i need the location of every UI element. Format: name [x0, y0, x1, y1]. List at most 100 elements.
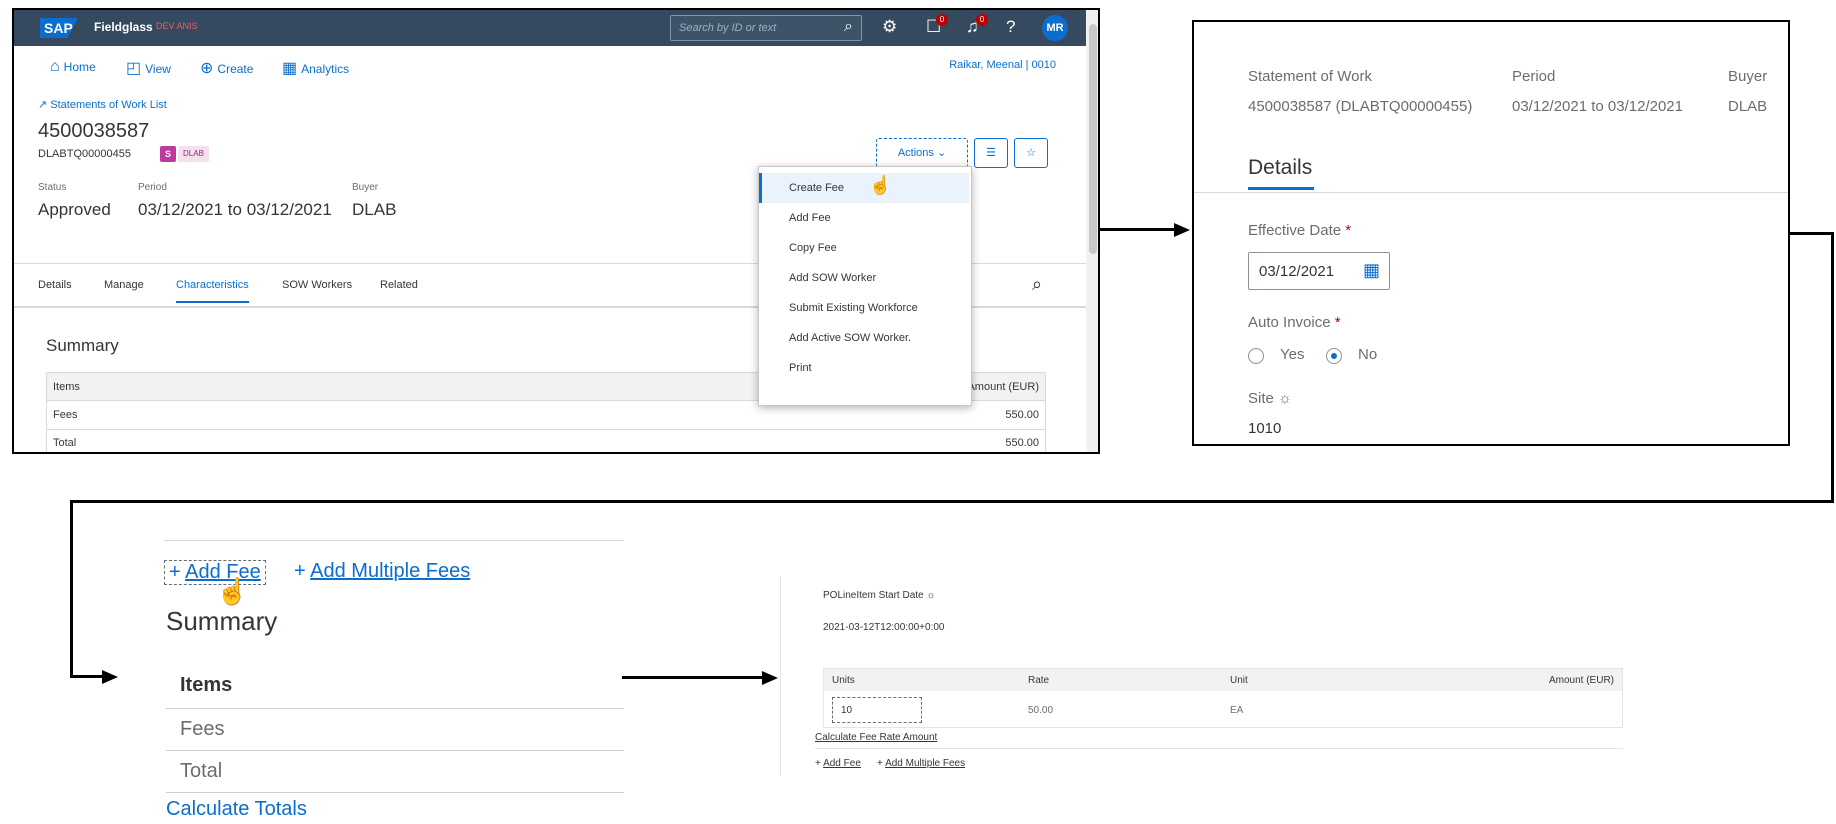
units-input[interactable]: 10: [832, 697, 922, 723]
analytics-icon: ▦: [282, 60, 298, 77]
back-arrow-icon: ↗: [38, 99, 48, 111]
nav-create[interactable]: ⊕ Create: [200, 58, 253, 78]
actions-button[interactable]: Actions ⌄: [876, 138, 968, 168]
view-icon: ◰: [126, 60, 142, 77]
tab-related[interactable]: Related: [380, 279, 418, 291]
units-value: 10: [841, 705, 853, 716]
connector-line: [1100, 228, 1174, 231]
lightbulb-icon: ☼: [1278, 390, 1292, 407]
connector-line: [70, 500, 1834, 503]
effective-date-label: Effective Date *: [1248, 222, 1352, 239]
radio-yes[interactable]: [1248, 348, 1264, 364]
global-search-input[interactable]: Search by ID or text ⌕: [670, 15, 862, 41]
help-icon[interactable]: ?: [1006, 17, 1015, 37]
fee-rate-table: Units Rate Unit Amount (EUR) 10 50.00 EA: [823, 668, 1623, 728]
shell-bar: SAP Fieldglass DEV ANIS Search by ID or …: [14, 10, 1086, 46]
sow-label: Statement of Work: [1248, 68, 1372, 85]
buyer-value: DLAB: [1728, 98, 1768, 115]
add-multiple-fees-link[interactable]: + Add Multiple Fees: [877, 758, 965, 769]
connector-line: [1790, 232, 1834, 235]
nav-analytics[interactable]: ▦ Analytics: [282, 58, 349, 78]
nav-view[interactable]: ◰ View: [126, 58, 171, 78]
menu-item-add-active-worker[interactable]: Add Active SOW Worker.: [759, 323, 969, 353]
period-value: 03/12/2021 to 03/12/2021: [138, 200, 332, 219]
auto-invoice-label: Auto Invoice *: [1248, 314, 1341, 331]
scrollbar-thumb[interactable]: [1089, 24, 1097, 254]
start-date-value: 2021-03-12T12:00:00+0:00: [823, 622, 945, 633]
home-icon: ⌂: [50, 58, 60, 75]
comments-button[interactable]: ☰: [974, 138, 1008, 168]
calculate-fee-rate-link[interactable]: Calculate Fee Rate Amount: [815, 732, 937, 743]
tab-manage[interactable]: Manage: [104, 279, 144, 291]
gear-icon[interactable]: ⚙: [882, 17, 897, 37]
environment-label: DEV ANIS: [156, 21, 198, 31]
table-row-total: Total: [180, 760, 223, 782]
status-value: Approved: [38, 200, 111, 219]
favorite-button[interactable]: ☆: [1014, 138, 1048, 168]
top-nav: ⌂ Home ◰ View ⊕ Create ▦ Analytics Raikar, M…: [14, 46, 1086, 84]
buyer-label: Buyer: [352, 182, 379, 193]
section-title: Details: [1248, 156, 1313, 179]
site-value: 1010: [1248, 420, 1282, 437]
breadcrumb[interactable]: ↗ Statements of Work List: [38, 98, 167, 111]
menu-item-copy-fee[interactable]: Copy Fee: [759, 233, 969, 263]
sap-logo: SAP: [40, 18, 78, 38]
page-title: 4500038587: [38, 120, 150, 142]
sow-value: 4500038587 (DLABTQ00000455): [1248, 98, 1473, 115]
arrow-right-icon: [762, 671, 778, 685]
tab-details[interactable]: Details: [38, 279, 72, 291]
menu-item-add-fee[interactable]: Add Fee: [759, 203, 969, 233]
hand-cursor-icon: ☝: [216, 576, 249, 606]
connector-line: [1831, 232, 1834, 502]
total-amount: 550.00: [1005, 437, 1039, 449]
effective-date-input[interactable]: 03/12/2021 ▦: [1248, 252, 1390, 290]
tab-characteristics[interactable]: Characteristics: [176, 279, 249, 303]
avatar[interactable]: MR: [1042, 15, 1068, 41]
col-amount: Amount (EUR): [1548, 675, 1614, 686]
col-amount: Amount (EUR): [967, 381, 1039, 393]
radio-no[interactable]: [1326, 348, 1342, 364]
calendar-icon[interactable]: ▦: [1363, 260, 1380, 281]
divider: [815, 748, 1623, 749]
summary-title: Summary: [166, 606, 278, 636]
hand-cursor-icon: ☝: [869, 175, 892, 195]
date-value: 03/12/2021: [1259, 263, 1335, 280]
star-icon: ☆: [1026, 147, 1036, 159]
rate-value: 50.00: [1028, 705, 1054, 716]
connector-line: [70, 500, 73, 678]
connector-line: [70, 675, 102, 678]
menu-item-add-sow-worker[interactable]: Add SOW Worker: [759, 263, 969, 293]
menu-item-print[interactable]: Print: [759, 353, 969, 383]
start-date-label: POLineItem Start Date ☼: [823, 590, 936, 601]
period-label: Period: [1512, 68, 1556, 85]
table-row-fees: Fees: [180, 718, 225, 740]
add-fee-link[interactable]: + Add Fee: [164, 560, 266, 585]
calculate-totals-link[interactable]: Calculate Totals: [166, 798, 307, 821]
row-divider: [47, 429, 1045, 430]
search-icon[interactable]: ⌕: [1032, 274, 1042, 295]
search-icon[interactable]: ⌕: [844, 18, 853, 36]
fees-amount: 550.00: [1005, 409, 1039, 421]
add-fee-link[interactable]: + Add Fee: [815, 758, 861, 769]
summary-title: Summary: [46, 336, 119, 355]
lightbulb-icon: ☼: [926, 590, 936, 601]
add-multiple-fees-link[interactable]: + Add Multiple Fees: [294, 560, 470, 583]
nav-home[interactable]: ⌂ Home: [50, 58, 96, 76]
chevron-down-icon: ⌄: [936, 147, 947, 159]
plus-icon: +: [877, 758, 883, 769]
col-rate: Rate: [1028, 675, 1050, 686]
comment-icon: ☰: [986, 147, 996, 159]
scrollbar[interactable]: [1087, 10, 1098, 452]
plus-icon: +: [294, 560, 306, 582]
create-fee-form: Statement of Work 4500038587 (DLABTQ0000…: [1192, 20, 1790, 446]
user-company[interactable]: Raikar, Meenal | 0010: [949, 59, 1056, 71]
tab-sow-workers[interactable]: SOW Workers: [282, 279, 352, 291]
divider: [1194, 192, 1788, 193]
tag-badge: S: [160, 146, 176, 162]
tag-label: DLAB: [178, 146, 209, 162]
menu-item-create-fee[interactable]: Create Fee: [759, 173, 969, 203]
period-value: 03/12/2021 to 03/12/2021: [1512, 98, 1683, 115]
notifications-badge: 0: [976, 14, 988, 26]
buyer-value: DLAB: [352, 200, 397, 219]
menu-item-submit-workforce[interactable]: Submit Existing Workforce: [759, 293, 969, 323]
